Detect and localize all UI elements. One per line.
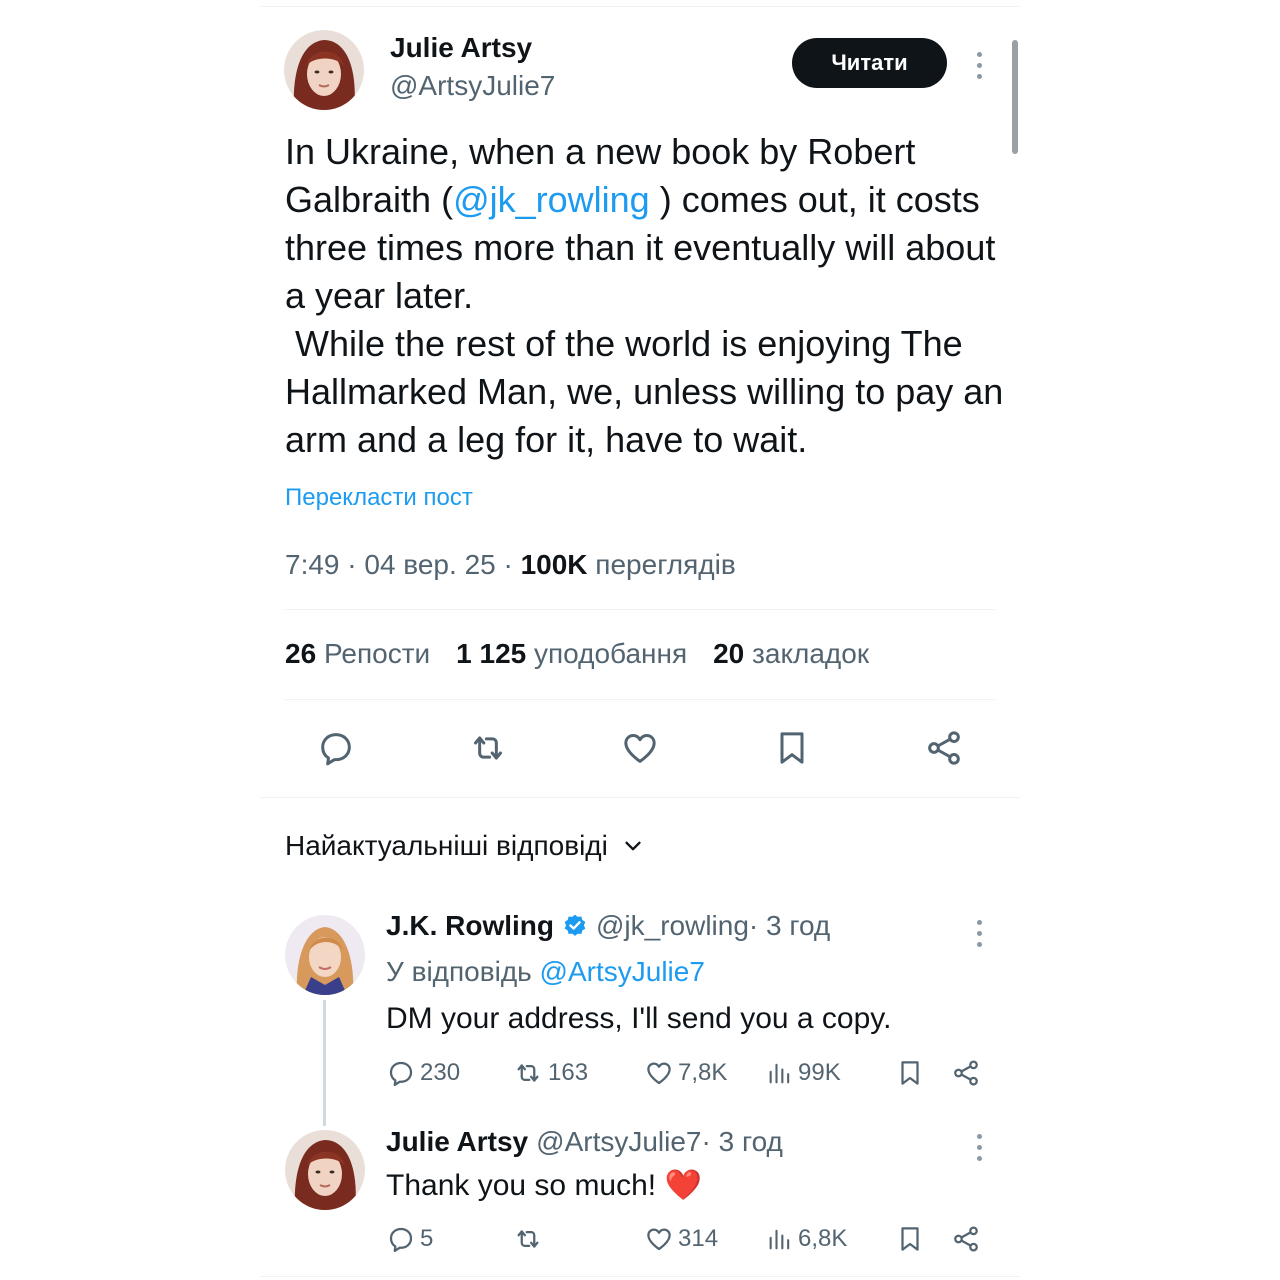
reply-repost-button[interactable]: 163 [512,1058,588,1088]
reply-author-handle[interactable]: @ArtsyJulie7 [536,1126,701,1158]
author-avatar[interactable] [284,30,364,110]
author-handle[interactable]: @ArtsyJulie7 [390,70,555,102]
reply-time[interactable]: · 3 год [749,910,830,942]
reposts-count: 26 [285,638,317,669]
divider [285,609,995,610]
top-divider [260,6,1020,7]
like-icon [647,1062,671,1085]
likes-stat[interactable]: 1 125 уподобання [456,638,687,670]
follow-button[interactable]: Читати [792,38,947,88]
replies-sort-label: Найактуальніші відповіді [285,830,608,861]
engagement-stats: 26 Репости 1 125 уподобання 20 закладок [285,638,869,670]
bottom-divider [260,1276,1020,1277]
translate-post-link[interactable]: Перекласти пост [285,484,473,512]
repost-icon [517,1064,539,1082]
bookmarks-stat[interactable]: 20 закладок [713,638,869,670]
share-icon[interactable] [918,724,970,772]
reply-repost-button[interactable] [512,1224,548,1254]
replying-to-label: У відповідь [386,956,540,987]
reply-avatar[interactable] [285,915,365,995]
thread-connector-line [323,1000,326,1126]
reply-icon [389,1061,413,1086]
reply-author-name[interactable]: Julie Artsy [386,1126,528,1158]
timestamp[interactable]: 7:49 · 04 вер. 25 · [285,549,521,580]
scrollbar[interactable] [1012,40,1018,154]
tweet-text: In Ukraine, when a new book by Robert Ga… [285,128,1005,464]
reply-icon [389,1227,413,1252]
reposts-stat[interactable]: 26 Репости [285,638,430,670]
reply-like-button[interactable]: 314 [644,1224,718,1254]
reply-text: Thank you so much! ❤️ [386,1169,702,1202]
reply-reply-button[interactable]: 5 [386,1224,433,1254]
divider [260,797,1020,798]
author-name[interactable]: Julie Artsy [390,32,532,64]
like-icon [647,1228,671,1251]
divider [285,699,995,700]
reply-more-options-icon[interactable] [973,920,985,947]
reply-share-icon[interactable] [950,1222,982,1256]
reply-count: 230 [420,1059,461,1086]
bookmarks-count: 20 [713,638,745,669]
repost-icon[interactable] [462,724,514,772]
reply-reply-button[interactable]: 230 [386,1058,460,1088]
like-count: 314 [678,1225,719,1252]
bookmarks-label: закладок [752,638,870,669]
reply-share-icon[interactable] [950,1056,982,1090]
views-chart-icon [769,1229,790,1250]
chevron-down-icon [622,835,644,857]
like-icon[interactable] [614,724,666,772]
reply-views-button[interactable]: 6,8K [766,1224,847,1254]
repost-icon [517,1230,539,1248]
verified-badge-icon [562,913,588,939]
reply-header: Julie Artsy @ArtsyJulie7 · 3 год [386,1126,783,1158]
bookmark-icon[interactable] [766,724,818,772]
tweet-text-part: ) comes out, it costs three times more t… [285,179,1004,460]
likes-count: 1 125 [456,638,527,669]
reply-bookmark-icon[interactable] [894,1056,926,1090]
tweet-meta: 7:49 · 04 вер. 25 · 100K переглядів [285,549,736,581]
views-chart-icon [769,1063,790,1084]
views-count: 99K [798,1059,841,1086]
reply-time[interactable]: · 3 год [702,1126,783,1158]
more-options-icon[interactable] [973,52,985,79]
reply-icon[interactable] [310,724,362,772]
reply-text: DM your address, I'll send you a copy. [386,1002,892,1035]
reply-author-name[interactable]: J.K. Rowling [386,910,554,942]
views-label: переглядів [587,549,736,580]
replying-to: У відповідь @ArtsyJulie7 [386,956,705,988]
likes-label: уподобання [534,638,688,669]
reply-bookmark-icon[interactable] [894,1222,926,1256]
post-detail: Julie Artsy @ArtsyJulie7 Читати In Ukrai… [260,0,1020,1280]
mention-link[interactable]: @jk_rowling [453,179,650,220]
repost-count: 163 [548,1059,589,1086]
reply-header: J.K. Rowling @jk_rowling · 3 год [386,910,830,942]
reply-like-button[interactable]: 7,8K [644,1058,727,1088]
reply-author-handle[interactable]: @jk_rowling [596,910,749,942]
reply-more-options-icon[interactable] [973,1134,985,1161]
views-count: 100K [520,549,588,580]
replying-to-handle[interactable]: @ArtsyJulie7 [540,956,705,987]
replies-sort-dropdown[interactable]: Найактуальніші відповіді [285,830,644,862]
reposts-label: Репости [323,638,431,669]
reply-count: 5 [420,1225,434,1252]
views-count: 6,8K [798,1225,848,1252]
reply-avatar[interactable] [285,1130,365,1210]
reply-views-button[interactable]: 99K [766,1058,841,1088]
like-count: 7,8K [678,1059,728,1086]
